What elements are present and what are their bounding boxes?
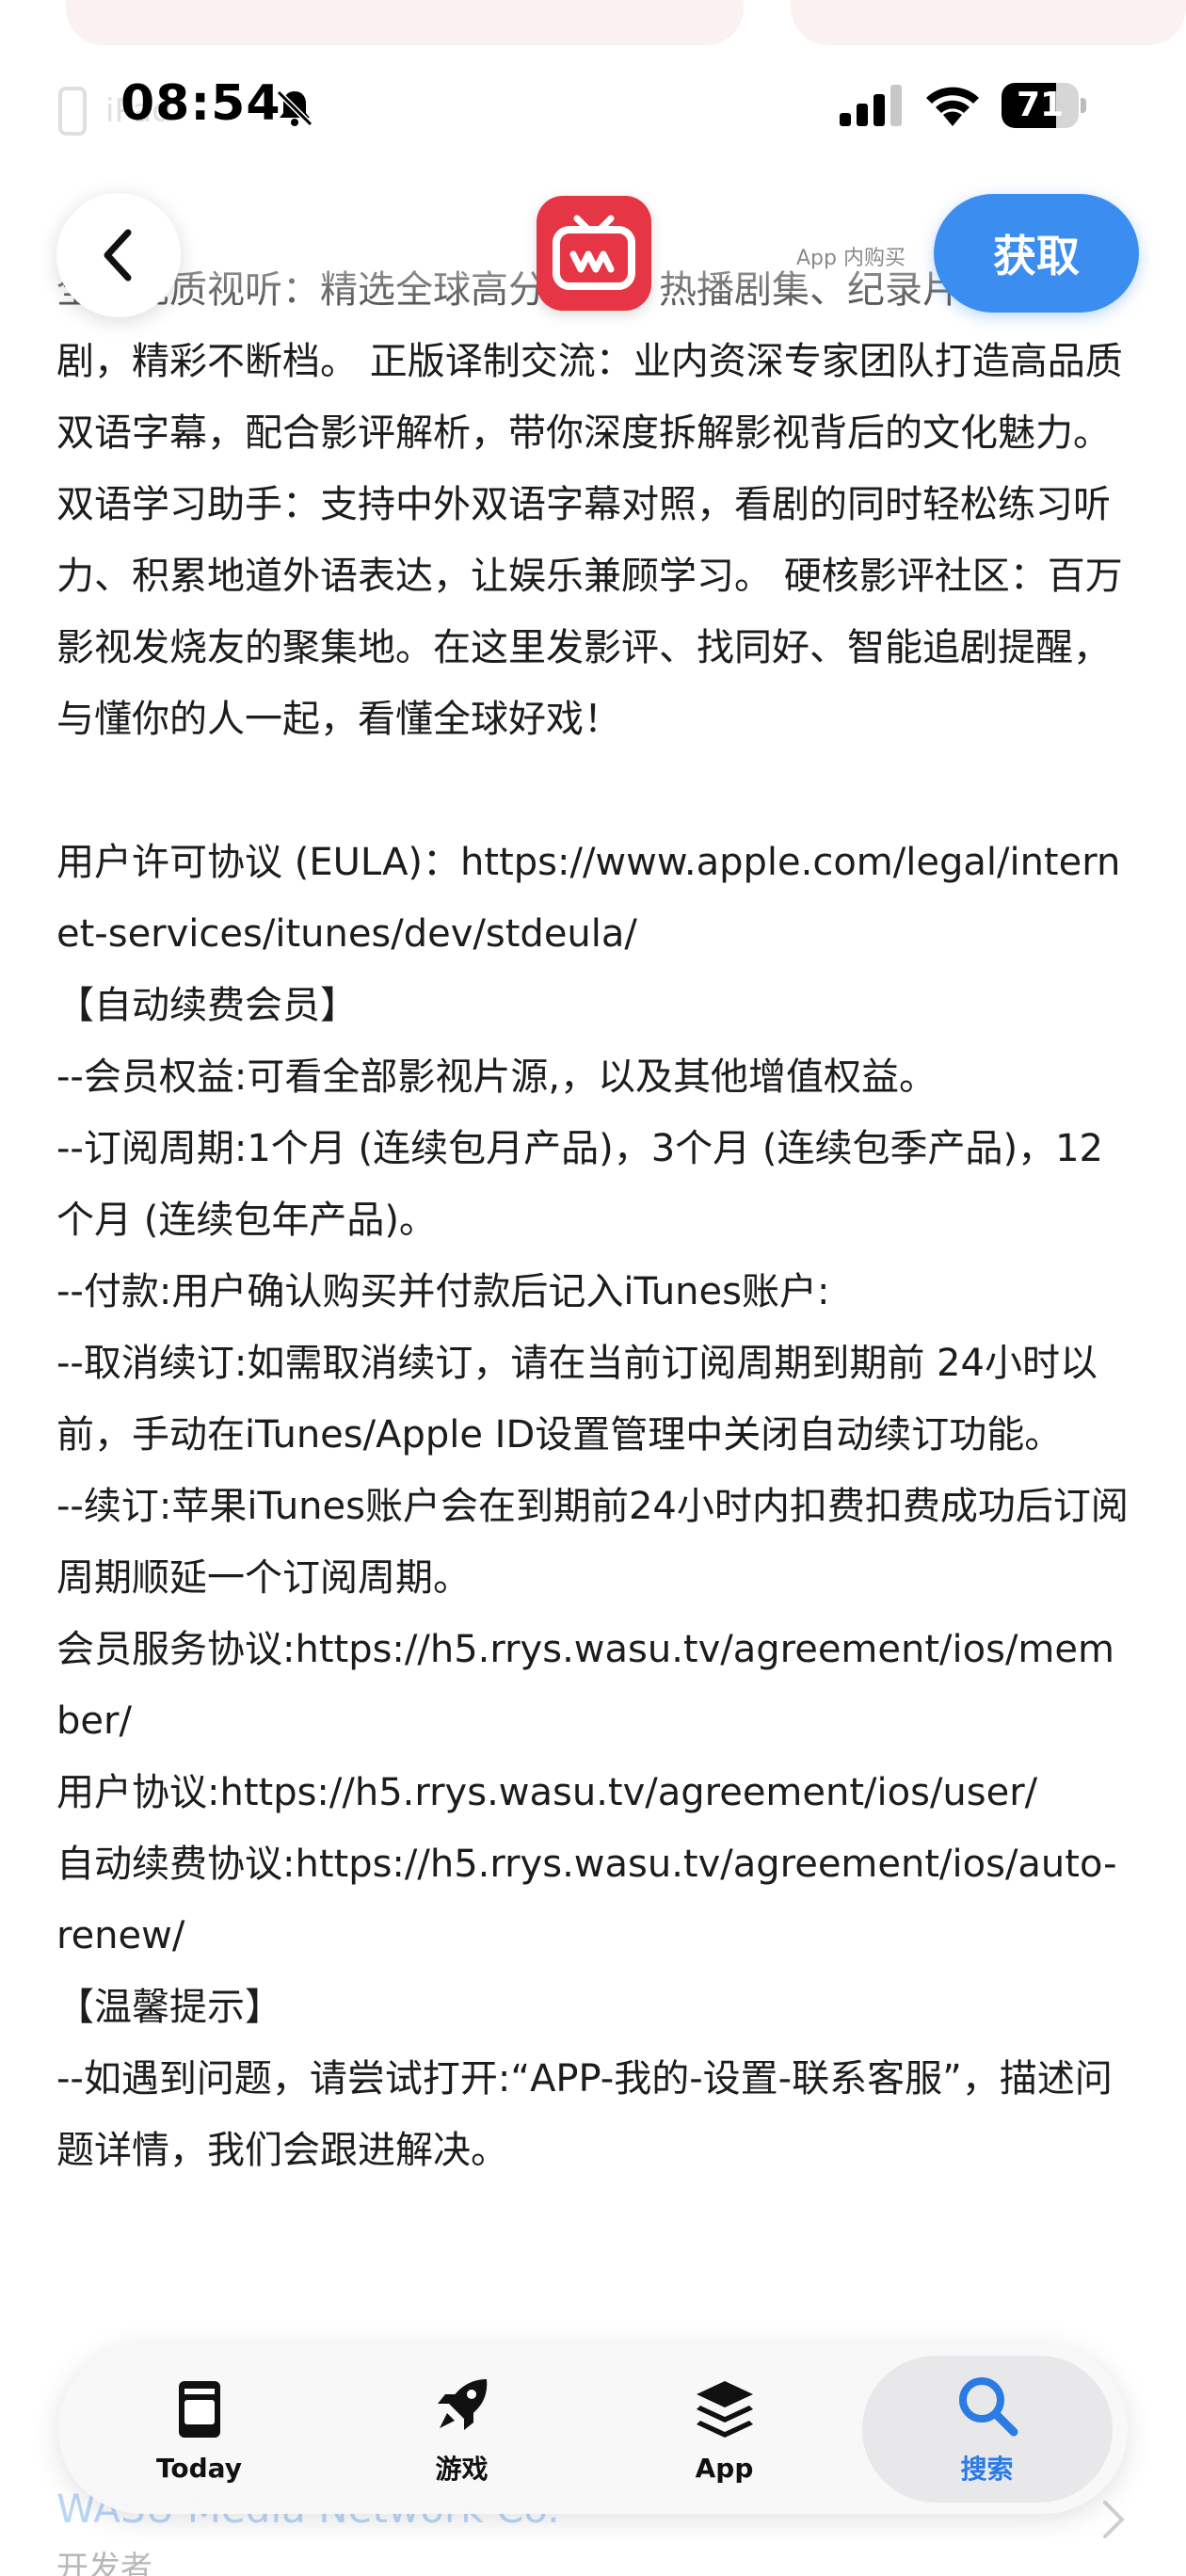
tab-label: Today xyxy=(156,2452,242,2484)
tab-apps[interactable]: App xyxy=(600,2356,850,2503)
status-bar: 08:54 71 xyxy=(0,0,1186,188)
chevron-left-icon xyxy=(104,229,132,282)
in-app-purchase-label: App 内购买 xyxy=(796,247,906,270)
search-icon xyxy=(958,2377,1018,2437)
status-time: 08:54 xyxy=(120,75,281,132)
tab-label: 游戏 xyxy=(435,2454,489,2485)
bell-slash-icon xyxy=(276,89,313,127)
battery-icon: 71 xyxy=(1002,83,1086,130)
get-button[interactable]: 获取 xyxy=(934,194,1139,313)
tab-games[interactable]: 游戏 xyxy=(337,2356,587,2503)
description-paragraph: 用户许可协议 (EULA)：https://www.apple.com/lega… xyxy=(56,841,1129,2172)
tab-today[interactable]: Today xyxy=(74,2356,325,2503)
app-stack-icon xyxy=(696,2380,753,2438)
rocket-icon xyxy=(437,2379,487,2430)
chevron-right-icon xyxy=(1103,2501,1125,2538)
battery-percent: 71 xyxy=(1016,86,1065,124)
tab-bar: Today 游戏 App 搜索 xyxy=(58,2344,1128,2514)
app-icon xyxy=(537,196,651,311)
app-description: 全球优质视听：精选全球高分电影、热播剧集、纪录片及创意短剧，精彩不断档。 正版译… xyxy=(56,254,1130,2186)
cellular-signal-icon xyxy=(840,85,902,126)
tab-label: 搜索 xyxy=(960,2454,1014,2485)
back-button[interactable] xyxy=(56,193,181,317)
tab-label: App xyxy=(695,2452,754,2484)
description-paragraph: 全球优质视听：精选全球高分电影、热播剧集、纪录片及创意短剧，精彩不断档。 正版译… xyxy=(56,268,1123,741)
developer-label: 开发者 xyxy=(56,2550,152,2576)
wifi-icon xyxy=(926,87,979,126)
tab-search[interactable]: 搜索 xyxy=(861,2356,1113,2503)
today-icon xyxy=(178,2380,220,2438)
tv-logo-icon xyxy=(553,215,635,290)
